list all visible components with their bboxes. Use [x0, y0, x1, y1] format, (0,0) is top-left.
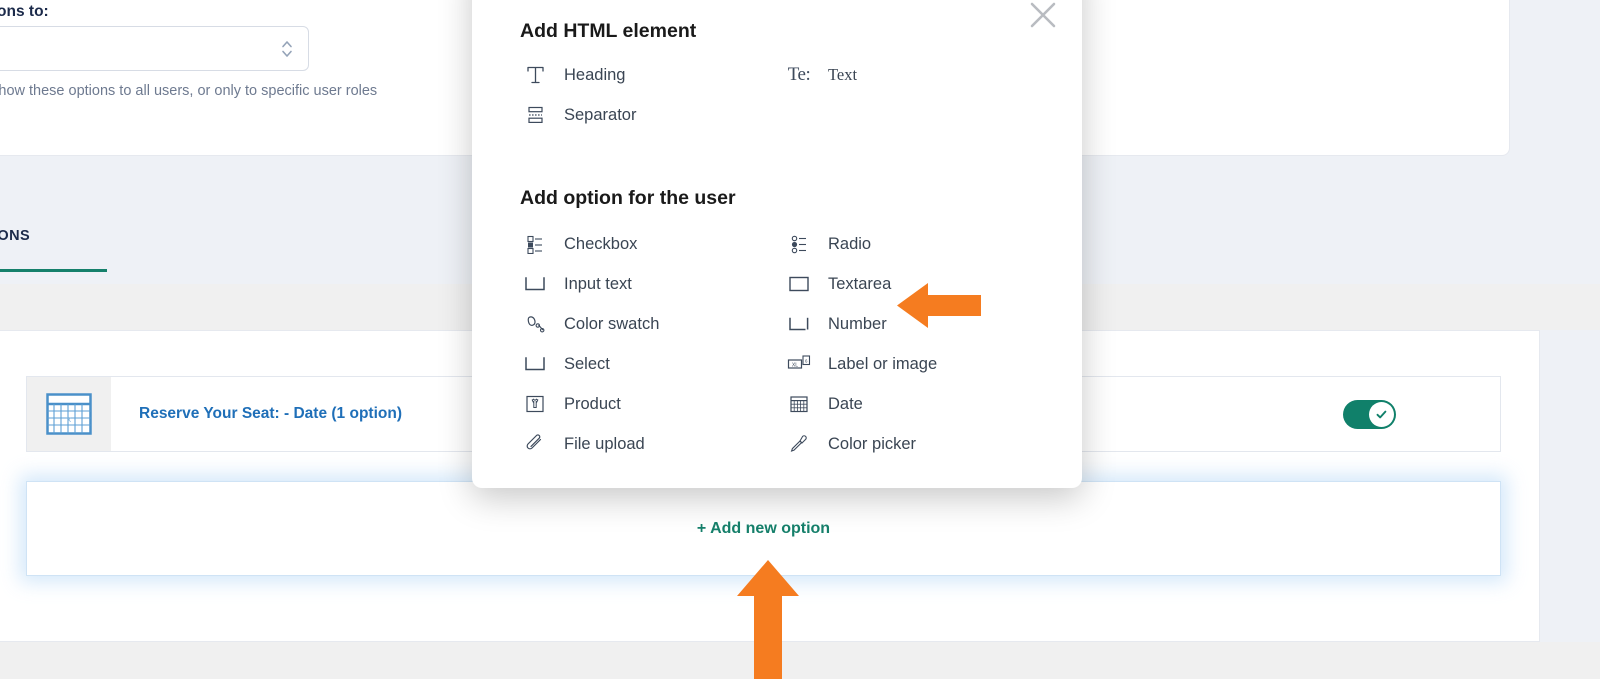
option-item-product[interactable]: Product — [520, 384, 784, 424]
section-title-user-option: Add option for the user — [520, 187, 736, 209]
html-element-grid: Heading Te: Text Separator — [520, 55, 1050, 135]
show-options-to-label: Show options to: — [0, 3, 49, 20]
option-item-input-text[interactable]: Input text — [520, 264, 784, 304]
chevron-updown-icon — [282, 41, 292, 57]
color-swatch-icon — [520, 311, 550, 337]
add-new-option-label: + Add new option — [696, 519, 831, 537]
tab-active-underline — [0, 269, 107, 272]
option-label: Textarea — [828, 274, 892, 293]
option-item-radio[interactable]: Radio — [784, 224, 1048, 264]
option-label: Select — [564, 354, 610, 373]
option-item-color-picker[interactable]: Color picker — [784, 424, 1048, 464]
section-title-html: Add HTML element — [520, 20, 697, 42]
svg-text:x: x — [67, 415, 71, 424]
tab-options[interactable]: OPTIONS — [0, 228, 30, 244]
annotation-arrow-up — [737, 560, 799, 679]
page-footer-strip — [0, 642, 1600, 679]
option-item-color-swatch[interactable]: Color swatch — [520, 304, 784, 344]
option-label: Product — [564, 394, 621, 413]
svg-text:XL: XL — [792, 362, 798, 368]
check-icon — [1376, 410, 1387, 418]
option-label: Color swatch — [564, 314, 660, 333]
option-label: Input text — [564, 274, 632, 293]
color-picker-icon — [784, 431, 814, 457]
textarea-icon — [784, 271, 814, 297]
date-icon — [784, 391, 814, 417]
element-item-separator[interactable]: Separator — [520, 95, 784, 135]
element-label: Separator — [564, 105, 637, 124]
radio-icon — [784, 231, 814, 257]
grid-spacer — [784, 95, 1048, 135]
option-label: Checkbox — [564, 234, 638, 253]
separator-icon — [520, 102, 550, 128]
option-item-checkbox[interactable]: Checkbox — [520, 224, 784, 264]
element-item-text[interactable]: Te: Text — [784, 55, 1048, 95]
app-root: Show options to: All users Choose to sho… — [0, 0, 1600, 679]
option-item-file-upload[interactable]: File upload — [520, 424, 784, 464]
annotation-arrow-left — [897, 283, 981, 328]
option-label: Date — [828, 394, 863, 413]
heading-icon — [520, 62, 550, 88]
select-icon — [520, 351, 550, 377]
option-label: Color picker — [828, 434, 917, 453]
element-label: Heading — [564, 65, 626, 84]
label-image-icon: XL 6 — [784, 351, 814, 377]
option-title: Reserve Your Seat: - Date (1 option) — [139, 405, 402, 422]
show-options-to-help: Choose to show these options to all user… — [0, 83, 378, 99]
text-icon: Te: — [787, 64, 811, 85]
svg-text:6: 6 — [805, 358, 808, 363]
product-icon — [520, 391, 550, 417]
calendar-icon: x — [46, 393, 92, 435]
option-enable-toggle[interactable] — [1343, 399, 1396, 429]
checkbox-icon — [520, 231, 550, 257]
option-thumbnail: x — [27, 377, 111, 451]
add-element-modal: Add HTML element Heading Te: Text Separa… — [472, 0, 1082, 488]
option-label: File upload — [564, 434, 645, 453]
show-options-to-select[interactable]: All users — [0, 26, 309, 71]
modal-body: Add HTML element Heading Te: Text Separa… — [520, 20, 1050, 464]
option-item-date[interactable]: Date — [784, 384, 1048, 424]
option-label: Number — [828, 314, 887, 333]
input-text-icon — [520, 271, 550, 297]
user-option-grid: Checkbox Radio Input text Textarea Color… — [520, 224, 1050, 464]
option-label: Radio — [828, 234, 872, 253]
number-icon — [784, 311, 814, 337]
element-item-heading[interactable]: Heading — [520, 55, 784, 95]
option-enabled-cell — [1343, 399, 1396, 429]
option-label: Label or image — [828, 354, 938, 373]
option-item-label-image[interactable]: XL 6 Label or image — [784, 344, 1048, 384]
option-item-select[interactable]: Select — [520, 344, 784, 384]
file-upload-icon — [520, 431, 550, 457]
element-label: Text — [828, 65, 858, 84]
toggle-knob — [1369, 401, 1394, 427]
